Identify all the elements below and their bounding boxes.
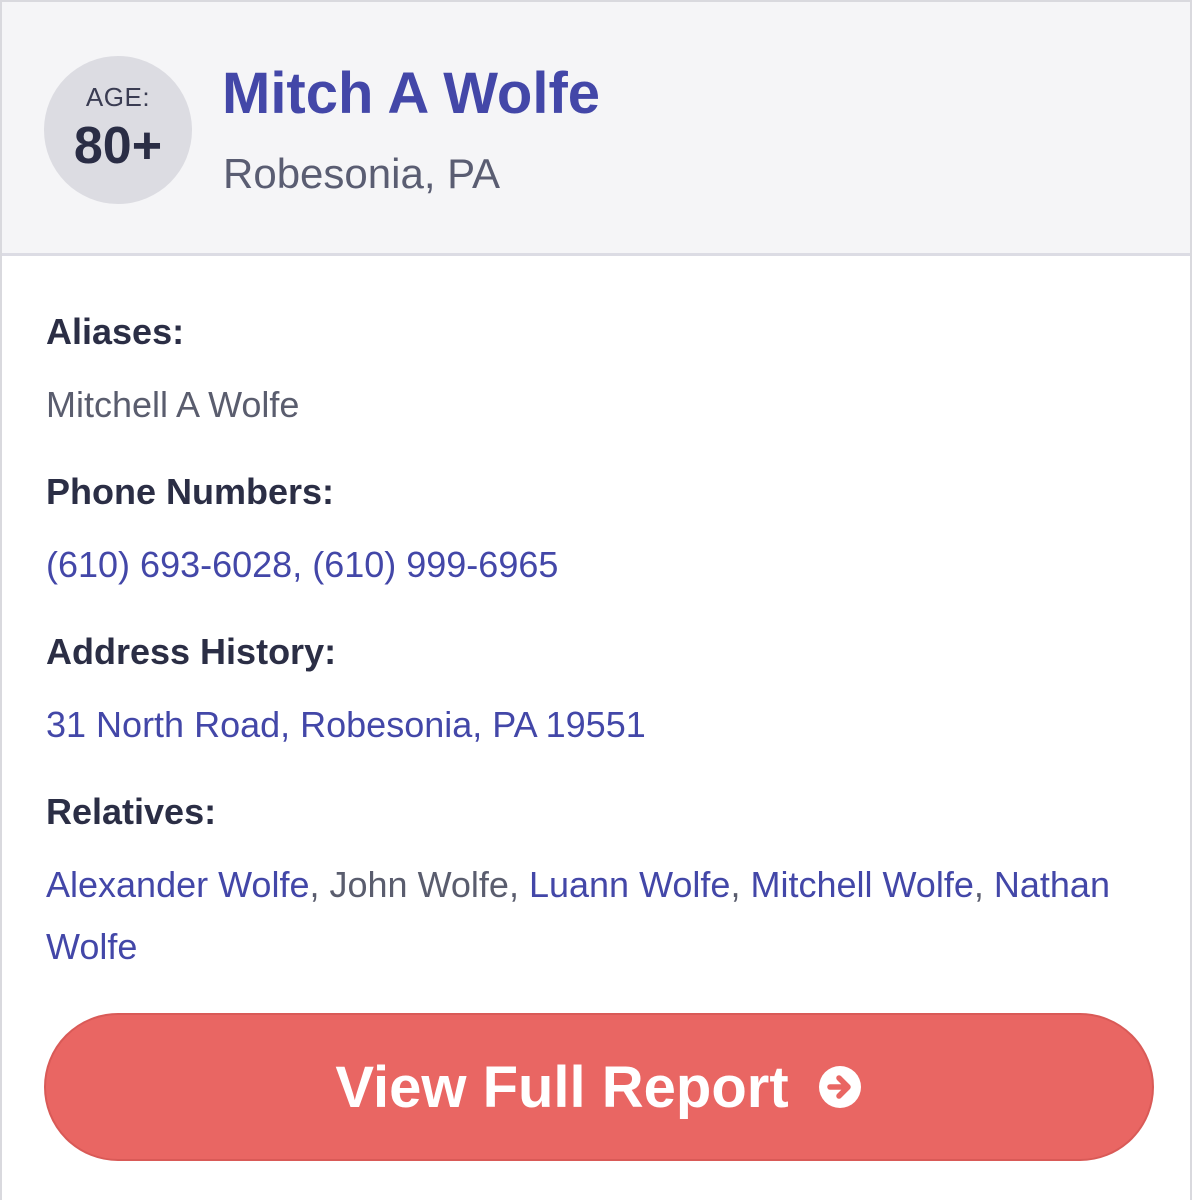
relative-name[interactable]: Luann Wolfe [529,864,730,905]
relative-name: John Wolfe [329,864,509,905]
phone-separator: , [292,544,313,585]
relatives-title: Relatives: [46,791,217,832]
person-name-link[interactable]: Mitch A Wolfe [222,60,600,127]
relative-separator: , [309,864,330,905]
address-history-title: Address History: [46,631,337,672]
relative-name[interactable]: Alexander Wolfe [46,864,309,905]
phone-numbers-list: (610) 693-6028, (610) 999-6965 [46,534,1146,596]
address-history-section: Address History: 31 North Road, Robesoni… [46,630,1146,756]
age-label: AGE: [85,82,151,112]
relative-separator: , [973,864,994,905]
view-full-report-label: View Full Report [335,1054,789,1120]
relative-separator: , [730,864,751,905]
relative-separator: , [508,864,529,905]
address-history-list: 31 North Road, Robesonia, PA 19551 [46,694,1146,756]
relatives-section: Relatives: Alexander Wolfe, John Wolfe, … [46,790,1146,978]
phone-numbers-section: Phone Numbers: (610) 693-6028, (610) 999… [46,470,1146,596]
aliases-title: Aliases: [46,311,185,352]
relative-name[interactable]: Mitchell Wolfe [750,864,973,905]
person-result-card: AGE: 80+ Mitch A Wolfe Robesonia, PA Ali… [0,0,1192,1200]
address-link[interactable]: 31 North Road, Robesonia, PA 19551 [46,704,646,745]
age-value: 80+ [73,117,163,175]
aliases-value: Mitchell A Wolfe [46,384,300,425]
phone-number-link[interactable]: (610) 693-6028 [46,544,292,585]
person-location: Robesonia, PA [223,150,501,197]
phone-number-link[interactable]: (610) 999-6965 [312,544,558,585]
card-header: AGE: 80+ Mitch A Wolfe Robesonia, PA [2,2,1190,256]
aliases-section: Aliases: Mitchell A Wolfe [46,310,1146,436]
arrow-right-circle-icon [817,1064,863,1110]
relatives-list: Alexander Wolfe, John Wolfe, Luann Wolfe… [46,854,1146,978]
age-badge: AGE: 80+ [44,56,192,204]
view-full-report-button[interactable]: View Full Report [44,1013,1154,1161]
phone-numbers-title: Phone Numbers: [46,471,335,512]
